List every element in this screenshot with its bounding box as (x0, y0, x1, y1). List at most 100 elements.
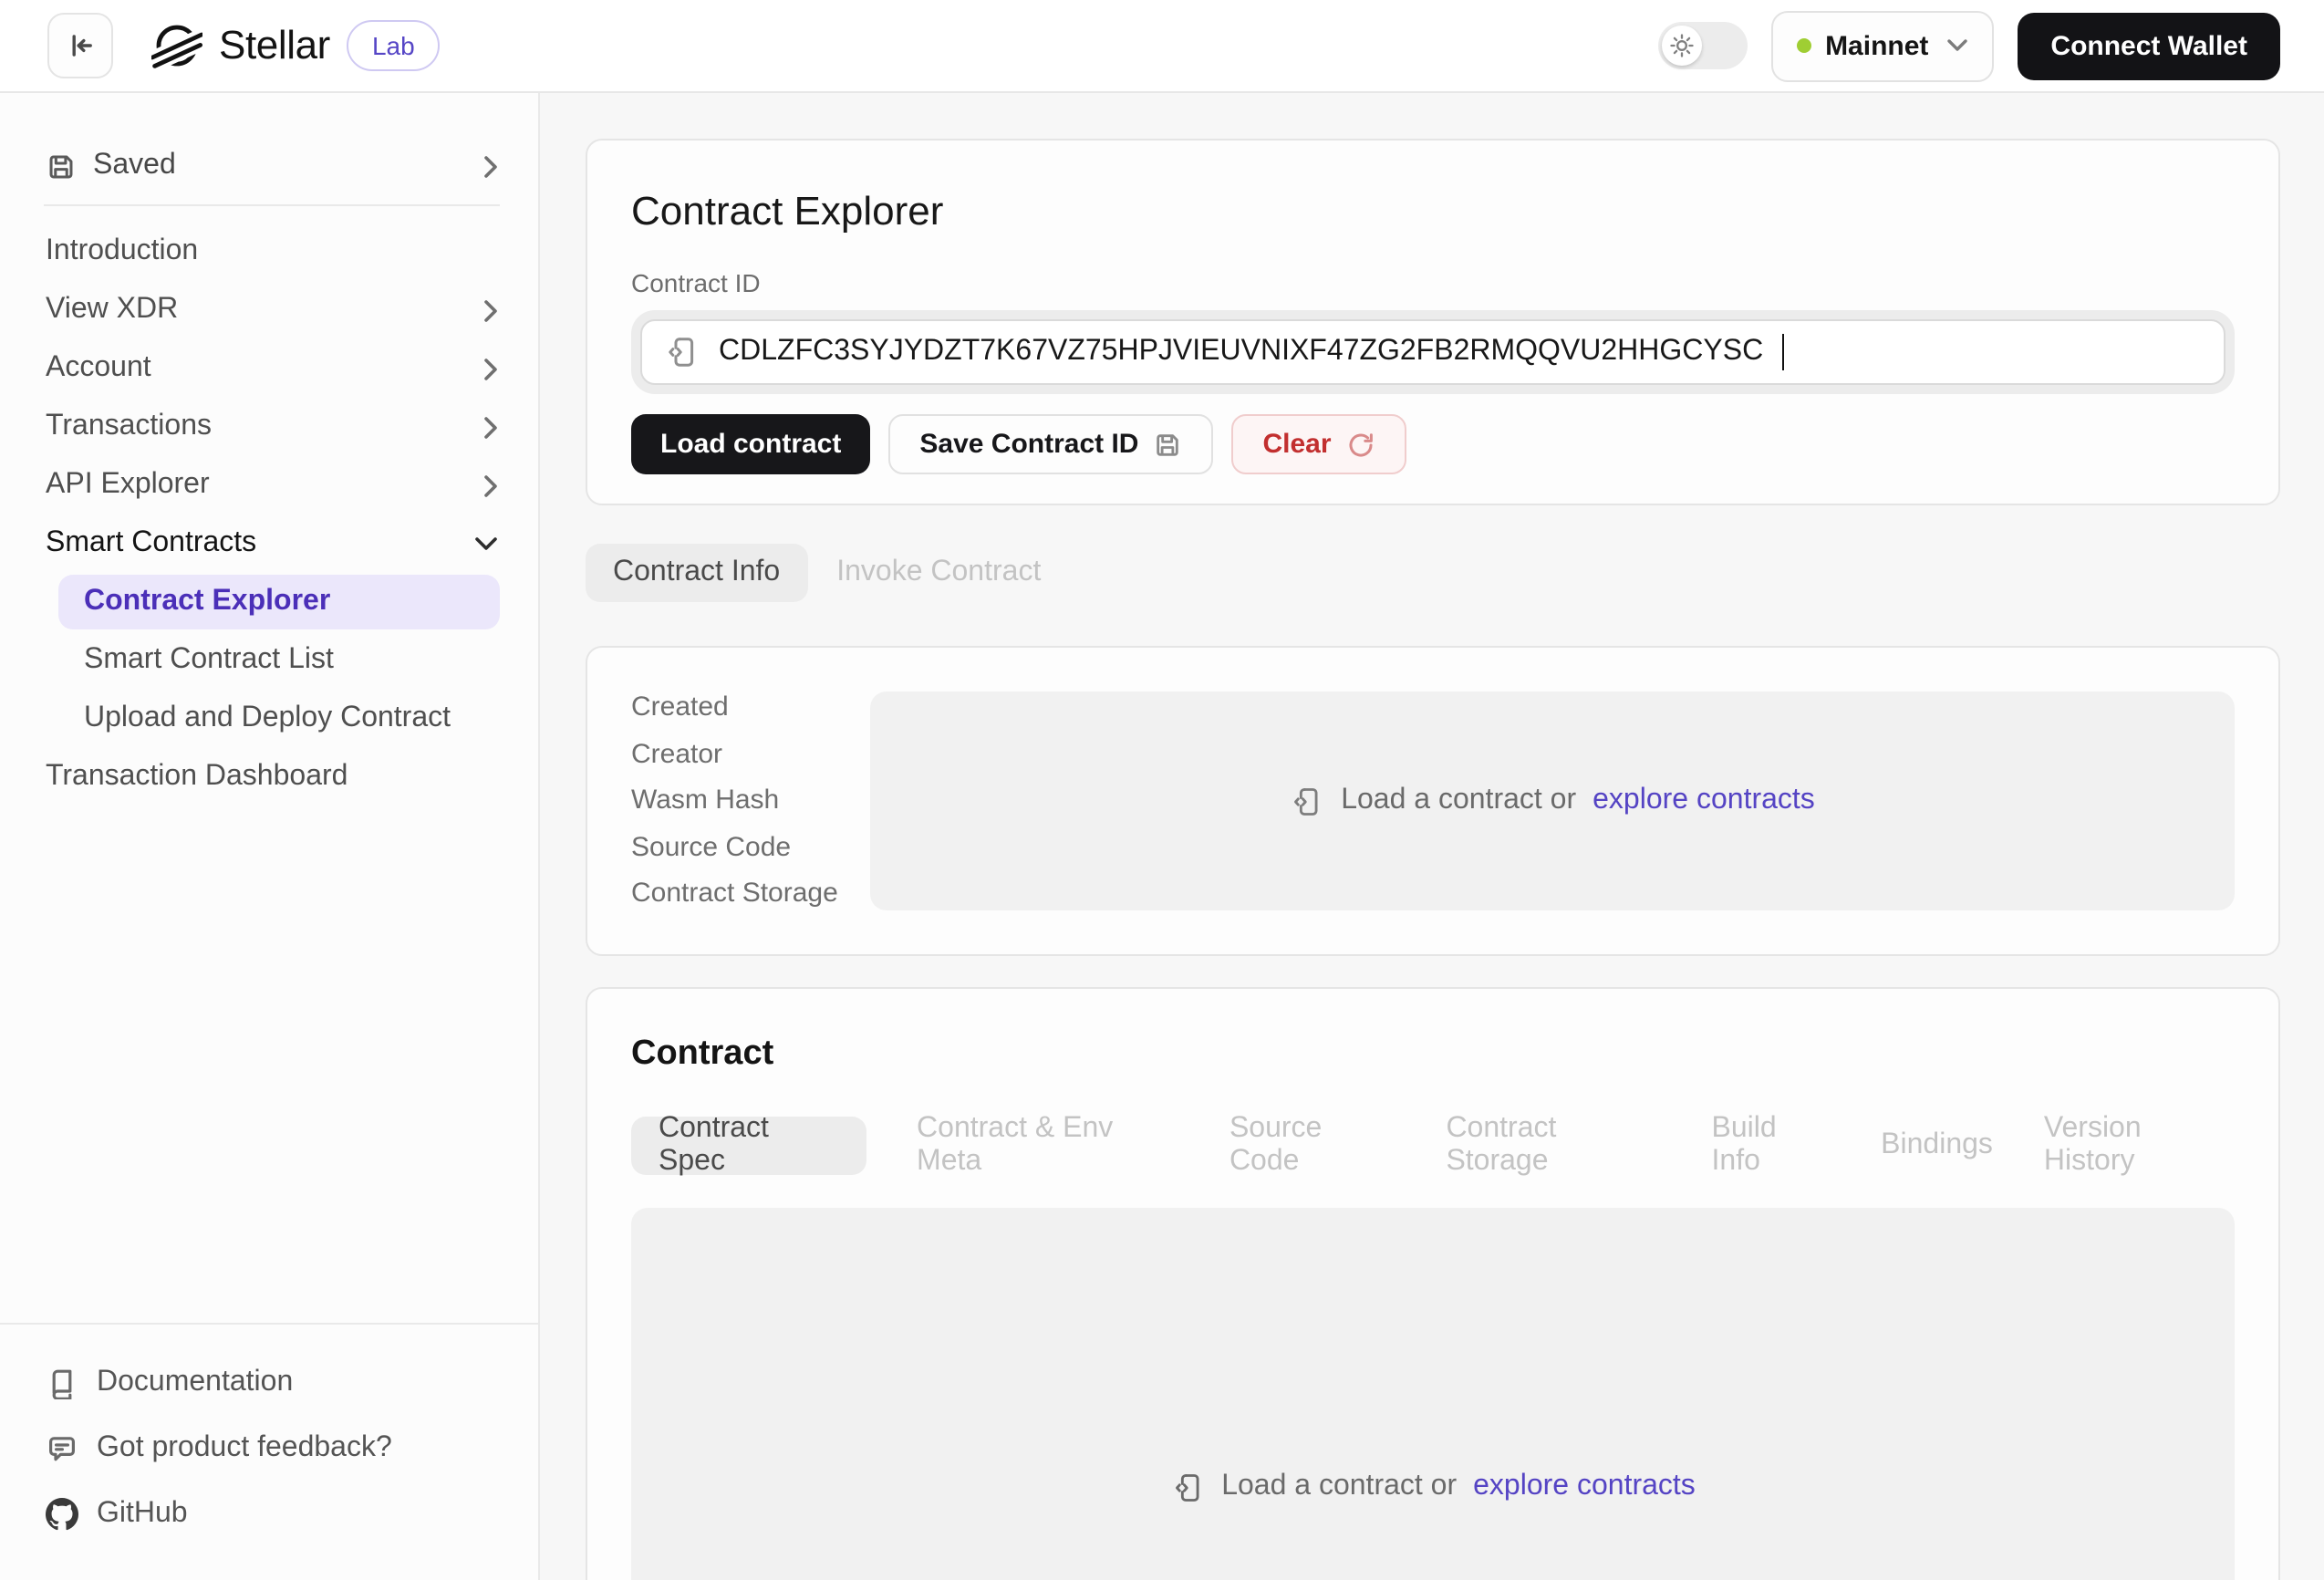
chevron-right-icon (483, 473, 498, 497)
sidebar-item-label: View XDR (46, 294, 483, 327)
empty-state-text: Load a contract or (1341, 785, 1576, 817)
sidebar-nav: Saved Introduction View XDR Account Tran… (0, 93, 538, 1323)
contract-icon (664, 334, 700, 370)
sidebar-item-view-xdr[interactable]: View XDR (0, 281, 538, 339)
contract-info-empty-state: Load a contract or explore contracts (870, 691, 2235, 910)
empty-state-text: Load a contract or (1221, 1471, 1457, 1503)
app-window: Stellar Lab Mainnet Connect Wallet (0, 0, 2324, 1580)
sidebar-item-saved[interactable]: Saved (0, 137, 538, 195)
sidebar-item-transaction-dashboard[interactable]: Transaction Dashboard (0, 748, 538, 806)
info-field-wasm-hash: Wasm Hash (631, 785, 870, 817)
chevron-down-icon (474, 536, 498, 551)
sidebar-item-label: Account (46, 352, 483, 385)
info-field-created: Created (631, 691, 870, 724)
chevron-right-icon (483, 415, 498, 439)
info-field-creator: Creator (631, 738, 870, 771)
save-contract-id-button[interactable]: Save Contract ID (888, 414, 1213, 474)
contract-tabs-bar: Contract Info Invoke Contract (586, 544, 2280, 602)
refresh-icon (1346, 430, 1375, 459)
lab-badge: Lab (347, 20, 441, 71)
sidebar-item-introduction[interactable]: Introduction (0, 223, 538, 281)
sidebar-item-account[interactable]: Account (0, 339, 538, 398)
sidebar-item-smart-contracts[interactable]: Smart Contracts (0, 515, 538, 573)
contract-id-input[interactable]: CDLZFC3SYJYDZT7K67VZ75HPJVIEUVNIXF47ZG2F… (640, 319, 2225, 385)
tab-bindings[interactable]: Bindings (1881, 1129, 1993, 1162)
connect-wallet-button[interactable]: Connect Wallet (2018, 12, 2280, 79)
sidebar-item-api-explorer[interactable]: API Explorer (0, 456, 538, 515)
content-shell: Saved Introduction View XDR Account Tran… (0, 93, 2324, 1580)
clear-label: Clear (1262, 429, 1331, 460)
tab-version-history[interactable]: Version History (2044, 1113, 2235, 1179)
brand[interactable]: Stellar Lab (151, 20, 441, 71)
tab-contract-storage[interactable]: Contract Storage (1446, 1113, 1660, 1179)
contract-icon (1290, 784, 1324, 818)
save-icon (46, 151, 77, 182)
footer-item-feedback[interactable]: Got product feedback? (46, 1416, 494, 1481)
sidebar-item-contract-explorer[interactable]: Contract Explorer (0, 573, 538, 631)
sidebar-item-upload-deploy-contract[interactable]: Upload and Deploy Contract (0, 690, 538, 748)
sidebar-item-label: Contract Explorer (84, 586, 330, 618)
footer-item-label: Documentation (97, 1367, 293, 1399)
brand-name: Stellar (219, 22, 330, 69)
footer-item-label: GitHub (97, 1498, 188, 1531)
sidebar-item-label: Smart Contract List (84, 644, 498, 677)
github-icon (46, 1498, 78, 1531)
sidebar-item-label: Saved (93, 150, 483, 182)
sidebar-item-label: API Explorer (46, 469, 483, 502)
sidebar-item-label: Smart Contracts (46, 527, 474, 560)
tab-build-info[interactable]: Build Info (1712, 1113, 1831, 1179)
contract-info-card: Created Creator Wasm Hash Source Code Co… (586, 646, 2280, 956)
chevron-right-icon (483, 357, 498, 380)
load-contract-button[interactable]: Load contract (631, 414, 870, 474)
sidebar-item-label: Introduction (46, 235, 498, 268)
theme-knob (1661, 26, 1701, 66)
sidebar-item-label: Upload and Deploy Contract (84, 702, 498, 735)
book-icon (46, 1367, 78, 1399)
active-nav-pill: Contract Explorer (58, 575, 500, 629)
contract-card: Contract Contract Spec Contract & Env Me… (586, 987, 2280, 1580)
footer-item-github[interactable]: GitHub (46, 1481, 494, 1547)
explore-contracts-link[interactable]: explore contracts (1593, 785, 1815, 817)
network-selector[interactable]: Mainnet (1770, 10, 1994, 81)
sidebar-divider (44, 204, 500, 206)
sidebar-item-smart-contract-list[interactable]: Smart Contract List (0, 631, 538, 690)
footer-item-documentation[interactable]: Documentation (46, 1350, 494, 1416)
header-actions: Mainnet Connect Wallet (1657, 10, 2280, 81)
explore-contracts-link[interactable]: explore contracts (1473, 1471, 1696, 1503)
save-contract-id-label: Save Contract ID (919, 429, 1138, 460)
sidebar: Saved Introduction View XDR Account Tran… (0, 93, 540, 1580)
chevron-down-icon (1946, 38, 1968, 53)
tab-contract-spec[interactable]: Contract Spec (631, 1117, 866, 1175)
contract-card-title: Contract (631, 1033, 2235, 1075)
tab-invoke-contract[interactable]: Invoke Contract (836, 556, 1041, 589)
feedback-icon (46, 1432, 78, 1465)
chevron-right-icon (483, 154, 498, 178)
network-status-dot (1796, 38, 1810, 53)
network-name: Mainnet (1825, 30, 1928, 61)
contract-detail-tabs: Contract Spec Contract & Env Meta Source… (631, 1113, 2235, 1179)
info-field-source-code: Source Code (631, 831, 870, 864)
text-caret (1781, 334, 1784, 370)
theme-toggle[interactable] (1657, 22, 1747, 69)
info-field-list: Created Creator Wasm Hash Source Code Co… (631, 691, 870, 910)
contract-explorer-card: Contract Explorer Contract ID CDLZFC3SYJ… (586, 139, 2280, 505)
tab-contract-env-meta[interactable]: Contract & Env Meta (917, 1113, 1178, 1179)
explorer-actions: Load contract Save Contract ID Clear (631, 414, 2235, 474)
info-field-contract-storage: Contract Storage (631, 878, 870, 910)
footer-item-label: Got product feedback? (97, 1432, 392, 1465)
save-icon (1153, 430, 1182, 459)
sidebar-collapse-button[interactable] (47, 13, 113, 78)
contract-id-label: Contract ID (631, 266, 2235, 299)
contract-id-value: CDLZFC3SYJYDZT7K67VZ75HPJVIEUVNIXF47ZG2F… (719, 336, 1763, 369)
tab-source-code[interactable]: Source Code (1229, 1113, 1395, 1179)
stellar-logo-icon (151, 20, 202, 71)
clear-button[interactable]: Clear (1231, 414, 1406, 474)
tab-contract-info[interactable]: Contract Info (586, 544, 807, 602)
sidebar-item-transactions[interactable]: Transactions (0, 398, 538, 456)
contract-spec-empty-state: Load a contract or explore contracts (631, 1208, 2235, 1580)
main-content: Contract Explorer Contract ID CDLZFC3SYJ… (540, 93, 2324, 1580)
page-title: Contract Explorer (631, 184, 2235, 239)
sidebar-item-label: Transactions (46, 411, 483, 443)
top-header: Stellar Lab Mainnet Connect Wallet (0, 0, 2324, 93)
collapse-sidebar-icon (64, 29, 97, 62)
